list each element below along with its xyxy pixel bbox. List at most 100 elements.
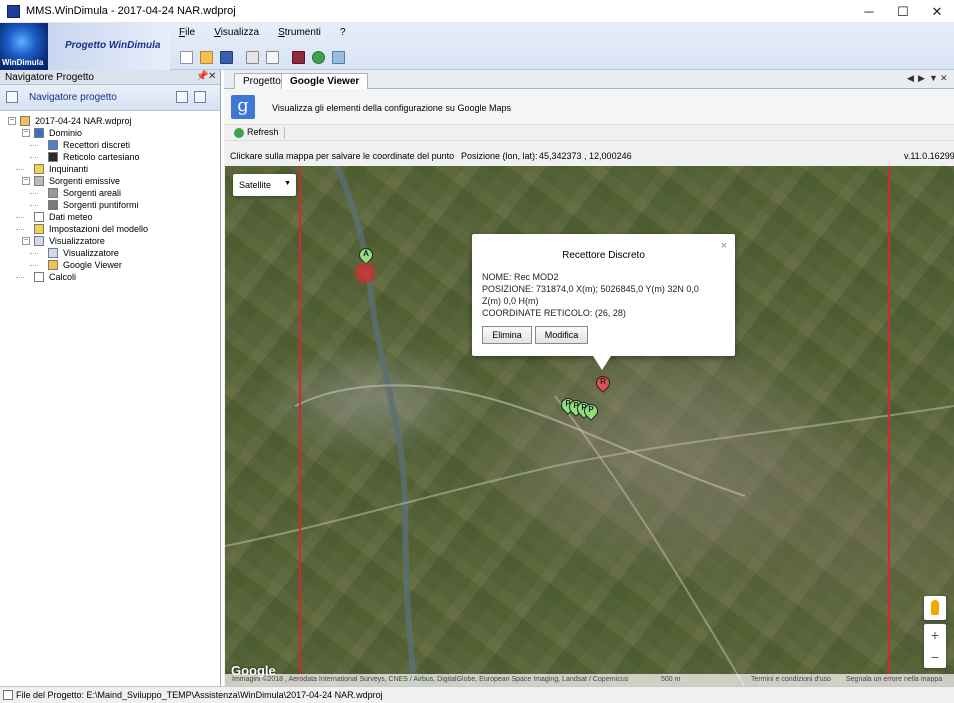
street-view-pegman-icon[interactable] bbox=[924, 596, 946, 620]
tree-item-label: Impostazioni del modello bbox=[49, 224, 149, 234]
navigator-bar-label: Navigatore progetto bbox=[29, 92, 117, 103]
map-report-link[interactable]: Segnala un errore nella mappa bbox=[846, 676, 942, 683]
tree-item[interactable]: Sorgenti puntiformi bbox=[0, 199, 220, 211]
tree-connector bbox=[30, 205, 38, 206]
tab-google-viewer[interactable]: Google Viewer bbox=[281, 73, 369, 90]
tree-expander[interactable]: − bbox=[22, 237, 30, 245]
tree-item-label: Calcoli bbox=[49, 272, 77, 282]
tree-connector bbox=[30, 193, 38, 194]
google-logo-icon: g bbox=[231, 95, 255, 119]
refresh-tree-icon[interactable] bbox=[194, 91, 206, 103]
map-terms-link[interactable]: Termini e condizioni d'uso bbox=[751, 676, 831, 683]
tree-item[interactable]: − Sorgenti emissive bbox=[0, 175, 220, 187]
tree-item-label: Dati meteo bbox=[49, 212, 93, 222]
tree-connector bbox=[16, 217, 24, 218]
tree-item[interactable]: Inquinanti bbox=[0, 163, 220, 175]
menu-visualizza[interactable]: Visualizza bbox=[211, 26, 262, 39]
project-label-text: Progetto WinDimula bbox=[65, 40, 161, 51]
tree-expander[interactable]: − bbox=[22, 177, 30, 185]
menu-bar: File Visualizza Strumenti ? bbox=[176, 26, 359, 42]
google-map[interactable]: Satellite ▼ A R P P P P Recettore Discre… bbox=[225, 166, 954, 687]
tree-item-label: Dominio bbox=[49, 128, 83, 138]
close-button[interactable]: ✕ bbox=[920, 0, 954, 23]
table-icon[interactable] bbox=[246, 51, 260, 64]
logo-text: WinDimula bbox=[2, 58, 44, 67]
new-file-icon[interactable] bbox=[180, 51, 193, 64]
pollutants-icon bbox=[34, 164, 44, 174]
map-type-select[interactable]: Satellite ▼ bbox=[233, 174, 296, 196]
tree-item-label: Sorgenti puntiformi bbox=[63, 200, 139, 210]
tree-item[interactable]: Impostazioni del modello bbox=[0, 223, 220, 235]
viewer-description: Visualizza gli elementi della configuraz… bbox=[272, 103, 511, 113]
tree-item[interactable]: Google Viewer bbox=[0, 259, 220, 271]
google-viewer-icon bbox=[48, 260, 58, 270]
tree-item[interactable]: − 2017-04-24 NAR.wdproj bbox=[0, 115, 220, 127]
status-bar: File del Progetto: E:\Maind_Sviluppo_TEM… bbox=[0, 686, 954, 703]
import-icon[interactable] bbox=[176, 91, 188, 103]
title-bar: MMS.WinDimula - 2017-04-24 NAR.wdproj ─ … bbox=[0, 0, 954, 23]
popup-close-button[interactable]: × bbox=[721, 240, 727, 252]
tree-item[interactable]: Visualizzatore bbox=[0, 247, 220, 259]
tree-item[interactable]: Calcoli bbox=[0, 271, 220, 283]
maximize-button[interactable]: ☐ bbox=[886, 0, 920, 23]
tab-next-icon[interactable]: ▶ bbox=[918, 73, 925, 84]
globe-icon[interactable] bbox=[312, 51, 326, 64]
meteo-icon bbox=[34, 212, 44, 222]
tree-expander[interactable]: − bbox=[22, 129, 30, 137]
save-icon[interactable] bbox=[220, 51, 234, 64]
settings-icon bbox=[34, 224, 44, 234]
zoom-out-button[interactable]: − bbox=[924, 646, 946, 668]
navigator-header: Navigatore Progetto 📌 ✕ bbox=[0, 70, 220, 85]
marker-letter: R bbox=[600, 377, 606, 386]
pin-icon[interactable]: 📌 bbox=[196, 71, 208, 82]
windimula-logo: WinDimula bbox=[0, 23, 48, 70]
export-icon[interactable] bbox=[332, 51, 346, 64]
position-value: 45,342373 , 12,000246 bbox=[539, 151, 632, 161]
report-icon[interactable] bbox=[266, 51, 280, 64]
menu-file[interactable]: File bbox=[176, 26, 198, 39]
minimize-button[interactable]: ─ bbox=[852, 0, 886, 23]
zoom-control: + − bbox=[924, 624, 946, 668]
book-icon[interactable] bbox=[292, 51, 306, 64]
marker-pin[interactable]: R bbox=[593, 373, 613, 396]
open-folder-icon[interactable] bbox=[200, 51, 214, 64]
tree-item[interactable]: Reticolo cartesiano bbox=[0, 151, 220, 163]
tab-prev-icon[interactable]: ◀ bbox=[907, 73, 914, 84]
tree-item[interactable]: − Visualizzatore bbox=[0, 235, 220, 247]
delete-button[interactable]: Elimina bbox=[482, 326, 532, 344]
point-sources-icon bbox=[48, 200, 58, 210]
navigator-title: Navigatore Progetto bbox=[5, 72, 94, 83]
tree-item[interactable]: − Dominio bbox=[0, 127, 220, 139]
map-attribution: Immagini ©2018 , Aerodata International … bbox=[232, 676, 629, 683]
tree-item-label: Google Viewer bbox=[63, 260, 122, 270]
navigator-close-button[interactable]: ✕ bbox=[208, 71, 216, 82]
refresh-toolbar: Refresh bbox=[224, 125, 954, 141]
marker-pin[interactable]: P bbox=[581, 401, 601, 424]
project-label: Progetto WinDimula bbox=[48, 23, 170, 70]
tree-connector bbox=[30, 157, 38, 158]
map-scale[interactable]: 500 m bbox=[661, 676, 680, 683]
tree-item-label: Visualizzatore bbox=[63, 248, 119, 258]
menu-help[interactable]: ? bbox=[337, 26, 349, 39]
tab-close-icon[interactable]: ✕ bbox=[940, 73, 948, 84]
tree-expander[interactable]: − bbox=[8, 117, 16, 125]
menu-strumenti[interactable]: Strumenti bbox=[275, 26, 324, 39]
tree-item-label: Sorgenti areali bbox=[63, 188, 122, 198]
domain-boundary-left bbox=[299, 166, 301, 687]
tab-menu-icon[interactable]: ▼ bbox=[929, 73, 938, 83]
receptors-icon bbox=[48, 140, 58, 150]
popup-tail bbox=[593, 356, 611, 370]
tree-item-label: Sorgenti emissive bbox=[49, 176, 121, 186]
tree-item[interactable]: Sorgenti areali bbox=[0, 187, 220, 199]
modify-button[interactable]: Modifica bbox=[535, 326, 588, 344]
tree-item[interactable]: Dati meteo bbox=[0, 211, 220, 223]
popup-grid-line: COORDINATE RETICOLO: (26, 28) bbox=[482, 308, 626, 318]
refresh-button[interactable]: Refresh bbox=[247, 127, 279, 137]
zoom-in-button[interactable]: + bbox=[924, 624, 946, 646]
tree-item-label: 2017-04-24 NAR.wdproj bbox=[35, 116, 132, 126]
popup-height-line: Z(m) 0,0 H(m) bbox=[482, 296, 539, 306]
tree-connector bbox=[30, 145, 38, 146]
tree-item[interactable]: Recettori discreti bbox=[0, 139, 220, 151]
tree-connector bbox=[30, 265, 38, 266]
marker-letter: A bbox=[363, 249, 369, 258]
